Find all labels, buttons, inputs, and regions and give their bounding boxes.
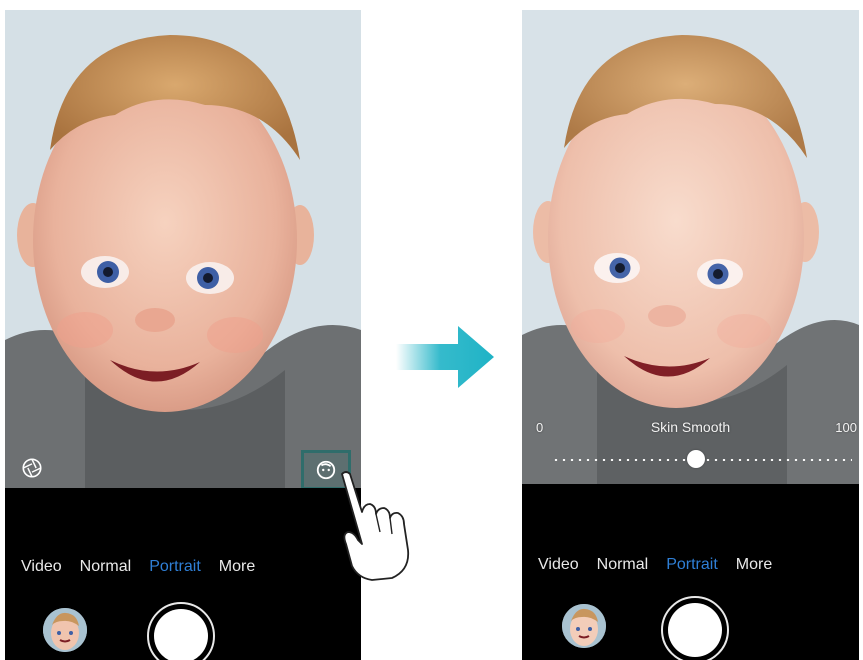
transition-arrow-icon [396, 326, 494, 388]
aperture-icon[interactable] [21, 457, 43, 479]
gallery-thumbnail[interactable] [562, 604, 606, 648]
camera-screen-after: 0 Skin Smooth 100 Video Normal Portrait … [522, 10, 859, 660]
mode-normal[interactable]: Normal [80, 558, 132, 576]
shutter-inner [154, 609, 208, 660]
mode-portrait[interactable]: Portrait [149, 558, 201, 576]
mode-video[interactable]: Video [538, 556, 579, 574]
baby-photo-smoothed [522, 10, 859, 484]
viewfinder [5, 10, 361, 488]
pointing-hand-icon [341, 471, 410, 581]
mode-more[interactable]: More [736, 556, 772, 574]
mode-video[interactable]: Video [21, 558, 62, 576]
shutter-button[interactable] [147, 602, 215, 660]
shutter-button[interactable] [661, 596, 729, 660]
skin-smooth-slider[interactable] [552, 459, 852, 461]
mode-more[interactable]: More [219, 558, 255, 576]
mode-bar: Video Normal Portrait More [522, 556, 859, 574]
baby-photo [5, 10, 361, 488]
mode-bar: Video Normal Portrait More [5, 558, 361, 576]
camera-screen-before: Video Normal Portrait More [5, 10, 361, 660]
mode-portrait[interactable]: Portrait [666, 556, 718, 574]
viewfinder: 0 Skin Smooth 100 [522, 10, 859, 484]
mode-normal[interactable]: Normal [597, 556, 649, 574]
shutter-inner [668, 603, 722, 657]
gallery-thumbnail[interactable] [43, 608, 87, 652]
